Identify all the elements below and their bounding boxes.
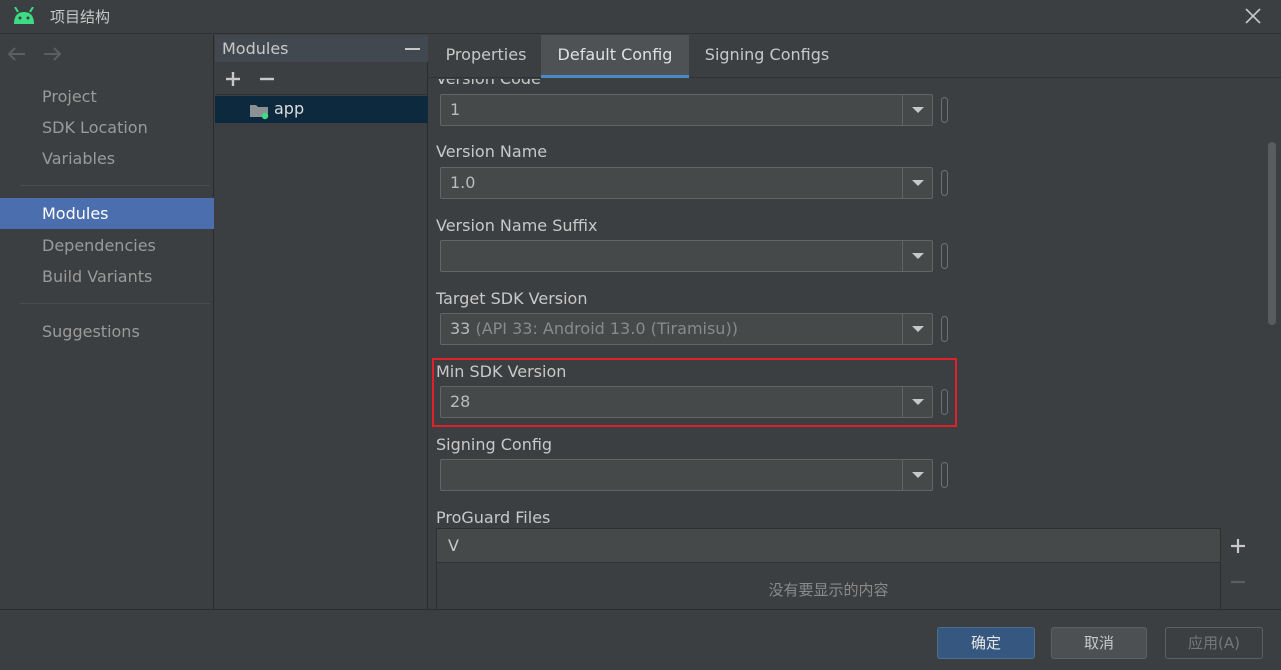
cancel-button[interactable]: 取消 xyxy=(1051,627,1147,659)
apply-button[interactable]: 应用(A) xyxy=(1165,627,1263,659)
field-toggle[interactable] xyxy=(941,97,948,123)
module-name: app xyxy=(274,99,305,118)
field-label-version-name: Version Name xyxy=(436,142,548,161)
sidebar-item-suggestions[interactable]: Suggestions xyxy=(0,316,214,347)
chevron-down-icon xyxy=(912,326,924,332)
field-label-version-code: Version Code xyxy=(436,79,541,88)
target-sdk-combo[interactable]: 33 (API 33: Android 13.0 (Tiramisu)) xyxy=(440,313,933,345)
modules-toolbar xyxy=(215,63,428,95)
dropdown-button[interactable] xyxy=(902,241,932,271)
target-sdk-hint: (API 33: Android 13.0 (Tiramisu)) xyxy=(475,319,738,338)
version-code-combo[interactable]: 1 xyxy=(440,94,933,126)
signing-config-combo[interactable] xyxy=(440,459,933,491)
back-arrow-icon[interactable] xyxy=(6,43,28,65)
version-name-combo[interactable]: 1.0 xyxy=(440,167,933,199)
proguard-list-header: V xyxy=(437,529,1220,563)
default-config-form: Version Code 1 Version Name 1.0 Version … xyxy=(429,79,1281,609)
proguard-column-header[interactable]: V xyxy=(448,536,459,555)
field-toggle[interactable] xyxy=(941,316,948,342)
field-label-min-sdk: Min SDK Version xyxy=(436,362,567,381)
sidebar-divider xyxy=(20,303,210,304)
add-file-icon[interactable] xyxy=(1227,537,1249,559)
android-icon xyxy=(12,6,36,29)
min-sdk-value: 28 xyxy=(450,392,471,411)
collapse-icon[interactable] xyxy=(405,48,420,50)
modules-panel: Modules app xyxy=(215,35,428,609)
dropdown-button[interactable] xyxy=(902,387,932,417)
dropdown-button[interactable] xyxy=(902,314,932,344)
tab-properties[interactable]: Properties xyxy=(431,35,541,78)
forward-arrow-icon[interactable] xyxy=(41,43,63,65)
field-toggle[interactable] xyxy=(941,243,948,269)
vertical-scrollbar[interactable] xyxy=(1268,142,1276,325)
sidebar-item-sdk-location[interactable]: SDK Location xyxy=(0,112,214,143)
remove-file-icon[interactable] xyxy=(1227,573,1249,595)
tab-signing-configs[interactable]: Signing Configs xyxy=(689,35,845,78)
version-name-suffix-combo[interactable] xyxy=(440,240,933,272)
modules-header: Modules xyxy=(215,35,428,62)
field-label-signing-config: Signing Config xyxy=(436,435,553,454)
tab-default-config[interactable]: Default Config xyxy=(541,35,689,78)
sidebar-item-build-variants[interactable]: Build Variants xyxy=(0,261,214,292)
dropdown-button[interactable] xyxy=(902,168,932,198)
module-folder-icon xyxy=(249,102,271,124)
field-label-target-sdk: Target SDK Version xyxy=(436,289,588,308)
ok-button[interactable]: 确定 xyxy=(937,627,1035,659)
field-label-proguard: ProGuard Files xyxy=(436,508,551,527)
chevron-down-icon xyxy=(912,399,924,405)
content-panel: Properties Default Config Signing Config… xyxy=(429,35,1281,609)
target-sdk-number: 33 xyxy=(450,319,471,338)
close-icon[interactable] xyxy=(1241,4,1265,28)
sidebar-item-dependencies[interactable]: Dependencies xyxy=(0,230,214,261)
field-label-version-name-suffix: Version Name Suffix xyxy=(436,216,598,235)
empty-list-text: 没有要显示的内容 xyxy=(768,581,889,599)
sidebar-item-variables[interactable]: Variables xyxy=(0,143,214,174)
version-code-value: 1 xyxy=(450,100,461,119)
sidebar: Project SDK Location Variables Modules D… xyxy=(0,35,214,609)
module-item-app[interactable]: app xyxy=(215,96,428,123)
remove-icon[interactable] xyxy=(257,69,277,89)
field-toggle[interactable] xyxy=(941,462,948,488)
chevron-down-icon xyxy=(912,472,924,478)
chevron-down-icon xyxy=(912,253,924,259)
add-icon[interactable] xyxy=(223,69,243,89)
field-toggle[interactable] xyxy=(941,389,948,415)
chevron-down-icon xyxy=(912,180,924,186)
sidebar-item-modules[interactable]: Modules xyxy=(0,198,214,229)
dropdown-button[interactable] xyxy=(902,95,932,125)
field-toggle[interactable] xyxy=(941,170,948,196)
version-name-value: 1.0 xyxy=(450,173,476,192)
window-title: 项目结构 xyxy=(50,8,111,26)
dialog-footer: 确定 取消 应用(A) xyxy=(0,609,1281,670)
tab-bar: Properties Default Config Signing Config… xyxy=(429,35,1281,78)
chevron-down-icon xyxy=(912,107,924,113)
title-bar: 项目结构 xyxy=(0,0,1281,34)
modules-header-label: Modules xyxy=(222,39,289,58)
dropdown-button[interactable] xyxy=(902,460,932,490)
target-sdk-value: 33 (API 33: Android 13.0 (Tiramisu)) xyxy=(450,319,738,338)
sidebar-item-project[interactable]: Project xyxy=(0,81,214,112)
min-sdk-combo[interactable]: 28 xyxy=(440,386,933,418)
sidebar-divider xyxy=(20,185,210,186)
proguard-files-list[interactable]: V 没有要显示的内容 xyxy=(436,528,1221,609)
